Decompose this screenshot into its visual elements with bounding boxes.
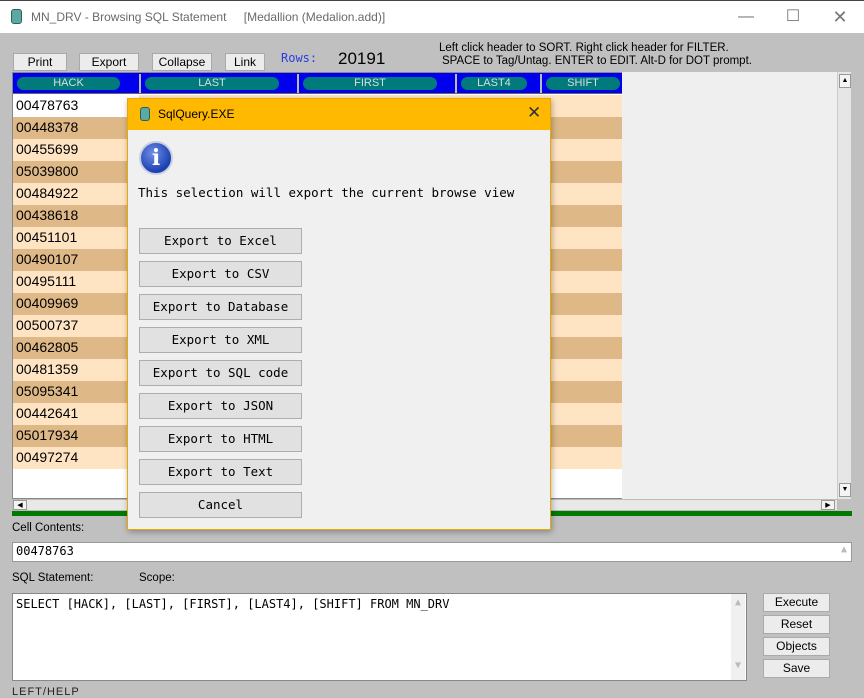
column-header-label: HACK — [17, 77, 120, 90]
scroll-right-icon[interactable]: ▶ — [821, 500, 835, 510]
column-header-first[interactable]: FIRST — [299, 74, 457, 93]
info-icon: i — [139, 141, 173, 175]
column-header-shift[interactable]: SHIFT — [542, 74, 633, 93]
minimize-button[interactable]: — — [728, 5, 764, 29]
cancel-button[interactable]: Cancel — [139, 492, 302, 518]
cell-hack[interactable]: 00497274 — [16, 449, 78, 465]
execute-button[interactable]: Execute — [763, 593, 830, 612]
scroll-down-icon[interactable]: ▼ — [731, 660, 745, 671]
export-csv-button[interactable]: Export to CSV — [139, 261, 302, 287]
maximize-button[interactable]: ☐ — [775, 5, 811, 29]
cell-hack[interactable]: 00495111 — [16, 273, 76, 289]
cell-hack[interactable]: 00490107 — [16, 251, 78, 267]
scroll-down-icon[interactable]: ▼ — [839, 483, 851, 497]
scroll-up-icon[interactable]: ▲ — [841, 544, 847, 555]
cell-hack[interactable]: 00500737 — [16, 317, 78, 333]
save-button[interactable]: Save — [763, 659, 830, 678]
dialog-title: SqlQuery.EXE — [158, 107, 235, 121]
scroll-up-icon[interactable]: ▲ — [731, 597, 745, 608]
window-title-text: MN_DRV - Browsing SQL Statement — [31, 10, 227, 24]
scroll-up-icon[interactable]: ▲ — [839, 74, 851, 88]
column-header-last[interactable]: LAST — [141, 74, 299, 93]
column-header-label: SHIFT — [546, 77, 620, 90]
cell-hack[interactable]: 05017934 — [16, 427, 78, 443]
sql-statement-label: SQL Statement: — [12, 572, 94, 584]
window-subtitle: [Medallion (Medalion.add)] — [243, 10, 386, 24]
cell-hack[interactable]: 00455699 — [16, 141, 78, 157]
window-title: MN_DRV - Browsing SQL Statement [Medalli… — [31, 10, 385, 24]
column-header-hack[interactable]: HACK — [13, 74, 141, 93]
link-button[interactable]: Link — [225, 53, 265, 71]
sql-scrollbar[interactable]: ▲ ▼ — [731, 594, 745, 680]
print-button[interactable]: Print — [13, 53, 67, 71]
database-icon — [140, 107, 150, 121]
cell-hack[interactable]: 00481359 — [16, 361, 78, 377]
grid-header: HACK LAST FIRST LAST4 SHIFT — [13, 73, 633, 94]
hint-line-2: SPACE to Tag/Untag. ENTER to EDIT. Alt-D… — [442, 55, 752, 67]
column-header-label: FIRST — [303, 77, 437, 90]
cell-hack[interactable]: 05095341 — [16, 383, 78, 399]
sql-statement-text: SELECT [HACK], [LAST], [FIRST], [LAST4],… — [16, 597, 450, 611]
cell-hack[interactable]: 00438618 — [16, 207, 78, 223]
scroll-left-icon[interactable]: ◀ — [13, 500, 27, 510]
reset-button[interactable]: Reset — [763, 615, 830, 634]
export-html-button[interactable]: Export to HTML — [139, 426, 302, 452]
rows-label: Rows: — [281, 51, 318, 65]
collapse-button[interactable]: Collapse — [152, 53, 212, 71]
dialog-close-button[interactable]: ✕ — [527, 103, 541, 123]
cell-contents-label: Cell Contents: — [12, 522, 85, 534]
usage-hint: Left click header to SORT. Right click h… — [439, 42, 752, 68]
dialog-title-bar: SqlQuery.EXE ✕ — [128, 99, 550, 130]
hint-line-1: Left click header to SORT. Right click h… — [439, 42, 729, 54]
cell-contents-value: 00478763 — [16, 544, 74, 558]
scope-label: Scope: — [139, 572, 175, 584]
export-xml-button[interactable]: Export to XML — [139, 327, 302, 353]
cell-contents-field[interactable]: 00478763 ▲ — [12, 542, 852, 562]
export-database-button[interactable]: Export to Database — [139, 294, 302, 320]
cell-hack[interactable]: 00409969 — [16, 295, 78, 311]
database-icon — [11, 9, 22, 24]
column-header-last4[interactable]: LAST4 — [457, 74, 542, 93]
export-text-button[interactable]: Export to Text — [139, 459, 302, 485]
cell-hack[interactable]: 00478763 — [16, 97, 78, 113]
export-json-button[interactable]: Export to JSON — [139, 393, 302, 419]
grid-empty-area — [622, 72, 837, 499]
export-sql-button[interactable]: Export to SQL code — [139, 360, 302, 386]
cell-hack[interactable]: 00448378 — [16, 119, 78, 135]
export-excel-button[interactable]: Export to Excel — [139, 228, 302, 254]
column-header-label: LAST4 — [461, 77, 527, 90]
export-dialog: SqlQuery.EXE ✕ i This selection will exp… — [127, 98, 551, 530]
bottom-status-text: LEFT/HELP — [12, 686, 80, 698]
rows-count: 20191 — [338, 49, 386, 68]
title-bar: MN_DRV - Browsing SQL Statement [Medalli… — [0, 0, 864, 33]
sql-statement-input[interactable]: SELECT [HACK], [LAST], [FIRST], [LAST4],… — [12, 593, 747, 681]
close-button[interactable]: ✕ — [822, 5, 858, 29]
cell-hack[interactable]: 00451101 — [16, 229, 77, 245]
dialog-message: This selection will export the current b… — [138, 185, 515, 200]
cell-hack[interactable]: 00442641 — [16, 405, 78, 421]
export-button[interactable]: Export — [79, 53, 139, 71]
column-header-label: LAST — [145, 77, 279, 90]
cell-hack[interactable]: 00462805 — [16, 339, 78, 355]
cell-hack[interactable]: 00484922 — [16, 185, 78, 201]
cell-hack[interactable]: 05039800 — [16, 163, 78, 179]
objects-button[interactable]: Objects — [763, 637, 830, 656]
vertical-scrollbar[interactable]: ▲ ▼ — [837, 72, 851, 499]
